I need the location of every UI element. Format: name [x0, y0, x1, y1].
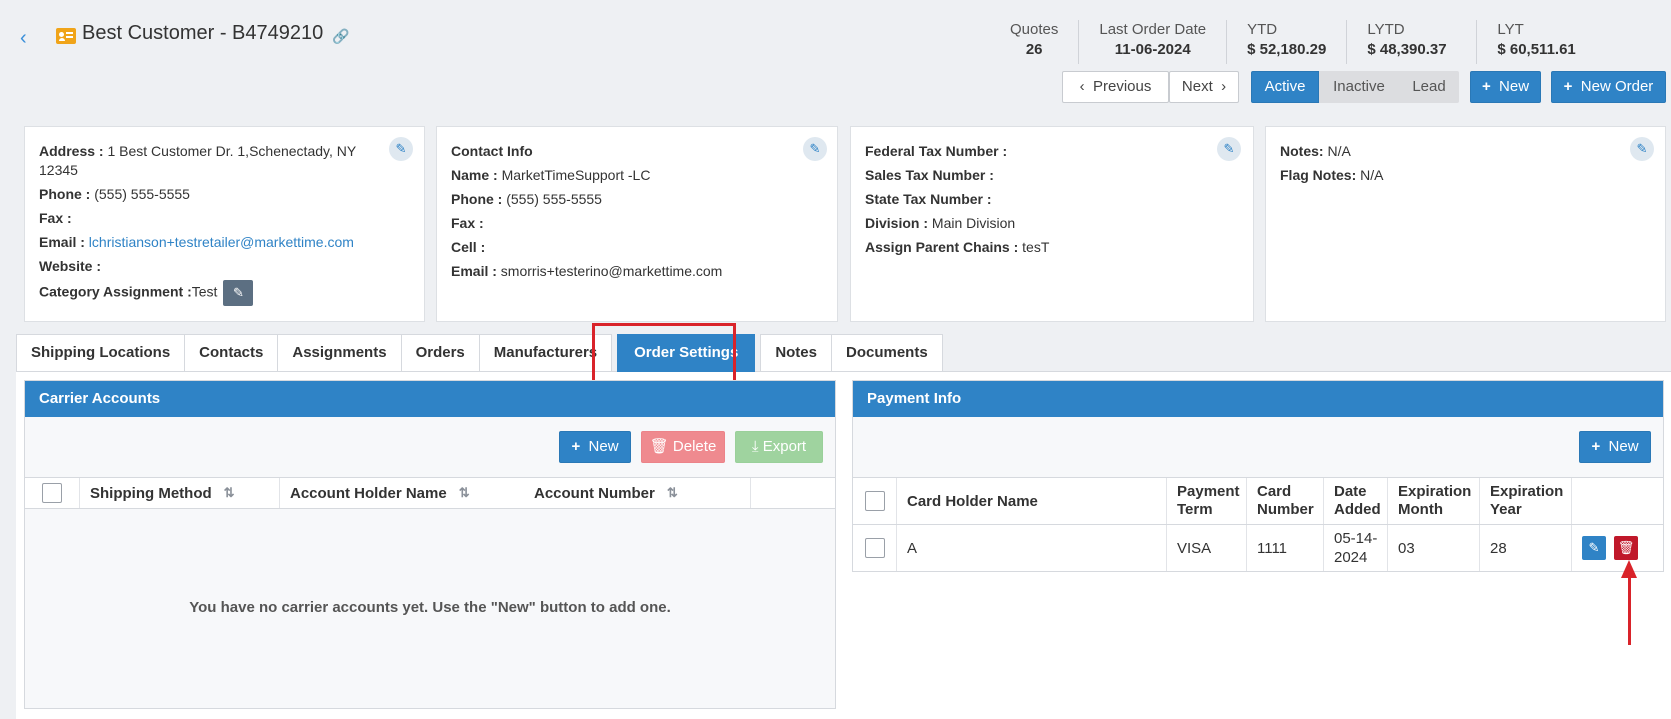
cell-payment-term: VISA [1167, 525, 1247, 571]
plus-icon: + [571, 438, 581, 455]
link-icon[interactable]: 🔗 [332, 28, 349, 45]
edit-notes-icon[interactable]: ✎ [1630, 137, 1654, 161]
column-expiration-year[interactable]: Expiration Year [1480, 478, 1572, 524]
column-card-number[interactable]: Card Number [1247, 478, 1324, 524]
edit-category-button[interactable]: ✎ [223, 280, 254, 306]
edit-payment-icon[interactable]: ✎ [1582, 536, 1606, 560]
next-button[interactable]: Next › [1169, 71, 1239, 103]
carrier-grid-header: Shipping Method ⇅ Account Holder Name ⇅ Ac… [25, 477, 835, 509]
sort-icon[interactable]: ⇅ [667, 485, 678, 501]
payment-new-button[interactable]: + New [1579, 431, 1651, 463]
tab-contacts[interactable]: Contacts [184, 334, 279, 372]
highlight-box [592, 323, 736, 385]
tab-assignments[interactable]: Assignments [277, 334, 402, 372]
cell-exp-year: 28 [1480, 525, 1572, 571]
select-all-checkbox[interactable] [42, 483, 62, 503]
stat-lytd: LYTD $ 48,390.37 [1346, 20, 1476, 64]
table-row: A VISA 1111 05-14- 2024 03 28 ✎ 🗑 [853, 525, 1663, 572]
empty-message: You have no carrier accounts yet. Use th… [189, 599, 671, 616]
stat-ytd: YTD $ 52,180.29 [1226, 20, 1346, 64]
tax-card: ✎ Federal Tax Number : Sales Tax Number … [850, 126, 1254, 322]
stats-bar: Quotes 26 Last Order Date 11-06-2024 YTD $ … [990, 20, 1606, 64]
page-title: Best Customer - B4749210 [82, 22, 324, 44]
contact-card-icon [56, 28, 76, 44]
plus-icon: + [1591, 438, 1601, 455]
carrier-delete-button[interactable]: 🗑 Delete [641, 431, 725, 463]
edit-address-icon[interactable]: ✎ [389, 137, 413, 161]
trash-icon: 🗑 [649, 438, 669, 455]
chevron-left-icon: ‹ [1079, 78, 1085, 95]
row-actions: ✎ 🗑 [1572, 525, 1664, 571]
carrier-export-button[interactable]: ⤓ Export [735, 431, 823, 463]
chevron-right-icon: › [1221, 78, 1227, 95]
cell-exp-month: 03 [1388, 525, 1480, 571]
column-date-added[interactable]: Date Added [1324, 478, 1388, 524]
cell-card-holder: A [897, 525, 1167, 571]
carrier-accounts-panel: Carrier Accounts + New 🗑 Delete ⤓ Export… [24, 380, 836, 709]
carrier-new-button[interactable]: + New [559, 431, 631, 463]
stat-quotes: Quotes 26 [1010, 21, 1059, 58]
new-order-button[interactable]: + New Order [1551, 71, 1666, 103]
stat-last-order-date: Last Order Date 11-06-2024 [1078, 20, 1226, 64]
contact-card: ✎ Contact Info Name : MarketTimeSupport … [436, 126, 838, 322]
delete-payment-icon[interactable]: 🗑 [1614, 536, 1638, 560]
payment-info-panel: Payment Info + New Card Holder Name Paym… [852, 380, 1664, 572]
column-card-holder-name[interactable]: Card Holder Name [897, 478, 1167, 524]
cell-date-added: 05-14- 2024 [1324, 525, 1388, 571]
tab-bar: Shipping Locations Contacts Assignments … [16, 334, 943, 372]
cell-card-number: 1111 [1247, 525, 1324, 571]
column-expiration-month[interactable]: Expiration Month [1388, 478, 1480, 524]
status-active-button[interactable]: Active [1251, 71, 1319, 103]
carrier-accounts-title: Carrier Accounts [25, 381, 835, 417]
notes-card: ✎ Notes: N/A Flag Notes: N/A [1265, 126, 1666, 322]
select-all-checkbox[interactable] [864, 491, 885, 511]
status-lead-button[interactable]: Lead [1399, 71, 1459, 103]
tab-documents[interactable]: Documents [831, 334, 943, 372]
edit-tax-icon[interactable]: ✎ [1217, 137, 1241, 161]
payment-grid-header: Card Holder Name Payment Term Card Number … [853, 477, 1663, 525]
tab-shipping-locations[interactable]: Shipping Locations [16, 334, 186, 372]
edit-contact-icon[interactable]: ✎ [803, 137, 827, 161]
status-inactive-button[interactable]: Inactive [1319, 71, 1399, 103]
plus-icon: + [1481, 78, 1491, 95]
download-icon: ⤓ [751, 438, 759, 455]
previous-button[interactable]: ‹ Previous [1062, 71, 1169, 103]
tab-orders[interactable]: Orders [400, 334, 480, 372]
sort-icon[interactable]: ⇅ [224, 485, 235, 501]
column-payment-term[interactable]: Payment Term [1167, 478, 1247, 524]
column-shipping-method[interactable]: Shipping Method ⇅ [80, 478, 280, 508]
address-card: ✎ Address : 1 Best Customer Dr. 1,Schene… [24, 126, 425, 322]
payment-info-title: Payment Info [853, 381, 1663, 417]
sort-icon[interactable]: ⇅ [459, 485, 470, 501]
email-link[interactable]: lchristianson+testretailer@markettime.co… [89, 234, 354, 250]
annotation-arrow [1628, 575, 1631, 645]
column-account-holder-name[interactable]: Account Holder Name ⇅ [280, 478, 524, 508]
plus-icon: + [1563, 78, 1573, 95]
new-customer-button[interactable]: + New [1470, 71, 1541, 103]
row-checkbox[interactable] [864, 538, 885, 558]
column-account-number[interactable]: Account Number ⇅ [524, 478, 751, 508]
back-icon[interactable]: ‹ [20, 26, 36, 50]
stat-lyt: LYT $ 60,511.61 [1476, 20, 1606, 64]
tab-notes[interactable]: Notes [760, 334, 832, 372]
